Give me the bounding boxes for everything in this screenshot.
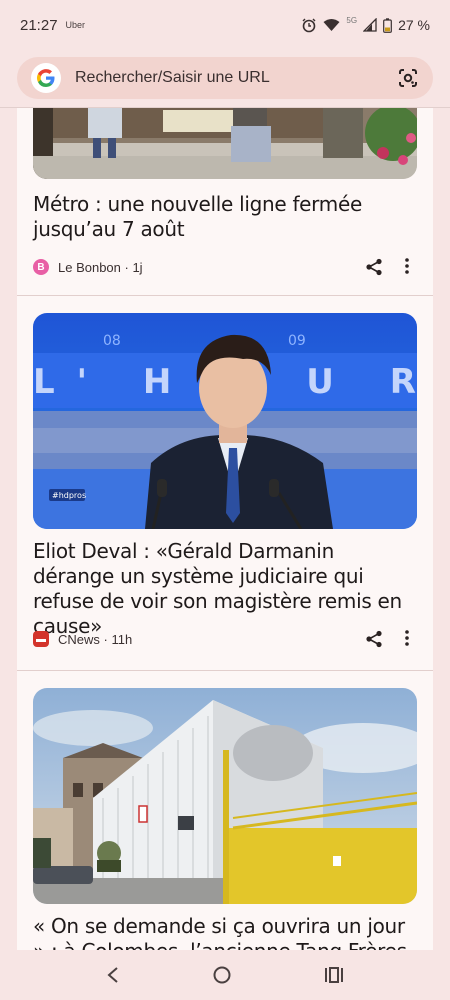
article-headline[interactable]: « On se demande si ça ouvrira un jour » … xyxy=(33,914,417,950)
share-icon[interactable] xyxy=(365,258,383,276)
article-image[interactable] xyxy=(33,688,417,904)
article-card[interactable]: Métro : une nouvelle ligne fermée jusqu’… xyxy=(17,108,433,295)
source-logo-icon: B xyxy=(33,259,49,275)
article-card[interactable]: L' H E U R E 08 09 #hdpros xyxy=(17,296,433,670)
recents-icon[interactable] xyxy=(324,966,344,984)
status-time: 21:27 xyxy=(20,16,58,34)
network-type: 5G xyxy=(346,15,358,25)
article-meta: ▬ CNews · 11h xyxy=(33,627,417,651)
alarm-icon xyxy=(302,18,316,33)
article-image[interactable] xyxy=(33,108,417,179)
studio-number: 08 xyxy=(103,333,121,349)
article-headline[interactable]: Métro : une nouvelle ligne fermée jusqu’… xyxy=(33,192,417,242)
search-bar[interactable]: Rechercher/Saisir une URL xyxy=(17,57,433,99)
search-input[interactable]: Rechercher/Saisir une URL xyxy=(75,69,270,87)
status-bar: 21:27 Uber 5G 27 % xyxy=(0,0,450,50)
system-nav-bar xyxy=(0,950,450,1000)
article-source: Le Bonbon · 1j xyxy=(58,259,143,275)
camera-search-icon[interactable] xyxy=(397,67,419,89)
article-card[interactable]: « On se demande si ça ouvrira un jour » … xyxy=(17,671,433,950)
back-icon[interactable] xyxy=(106,966,120,984)
signal-icon xyxy=(363,18,377,32)
more-vert-icon[interactable] xyxy=(405,630,409,646)
home-icon[interactable] xyxy=(212,965,232,985)
image-tag: #hdpros xyxy=(52,491,86,500)
toolbar: Rechercher/Saisir une URL xyxy=(0,50,450,108)
more-vert-icon[interactable] xyxy=(405,258,409,274)
studio-number: 09 xyxy=(288,333,306,349)
battery-percent: 27 % xyxy=(398,17,430,33)
article-source: CNews · 11h xyxy=(58,631,133,647)
battery-icon xyxy=(383,17,392,33)
source-logo-icon: ▬ xyxy=(33,631,49,647)
article-image[interactable]: L' H E U R E 08 09 #hdpros xyxy=(33,313,417,529)
status-carrier: Uber xyxy=(65,20,86,30)
article-headline[interactable]: Eliot Deval : «Gérald Darmanin dérange u… xyxy=(33,539,417,639)
article-meta: B Le Bonbon · 1j xyxy=(33,255,417,279)
google-logo-icon[interactable] xyxy=(31,63,61,93)
news-feed[interactable]: Métro : une nouvelle ligne fermée jusqu’… xyxy=(0,108,450,950)
share-icon[interactable] xyxy=(365,630,383,648)
wifi-icon xyxy=(323,19,340,31)
